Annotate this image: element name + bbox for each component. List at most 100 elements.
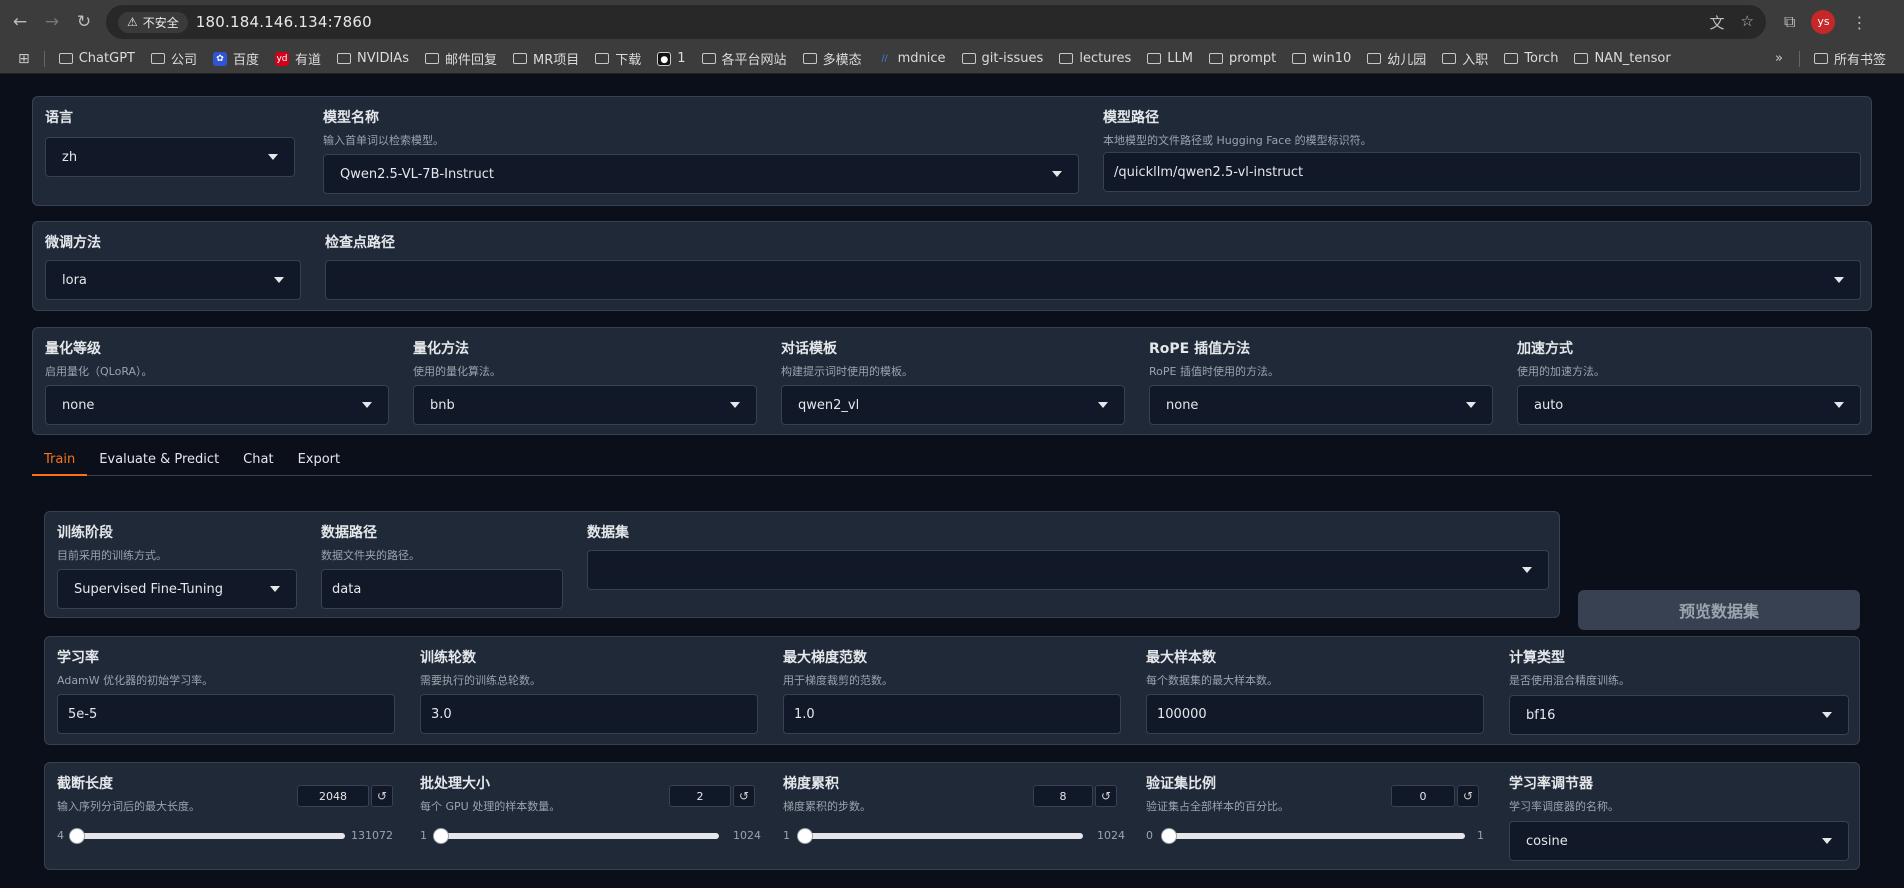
batch-size-info: 每个 GPU 处理的样本数量。: [420, 800, 561, 813]
slider-thumb[interactable]: [433, 828, 449, 844]
bookmark-item[interactable]: win10: [1284, 47, 1359, 71]
bookmark-item[interactable]: ✿ 百度: [205, 47, 267, 71]
bookmark-label: Torch: [1524, 51, 1559, 66]
tab-export[interactable]: Export: [286, 444, 353, 476]
slider-thumb[interactable]: [797, 828, 813, 844]
compute-type-dropdown[interactable]: bf16: [1509, 695, 1849, 735]
folder-icon: [1504, 53, 1519, 64]
quant-bit-dropdown[interactable]: none: [45, 385, 389, 425]
val-size-number[interactable]: 0: [1391, 785, 1455, 807]
bookmark-item[interactable]: prompt: [1201, 47, 1284, 71]
bookmark-item[interactable]: Torch: [1496, 47, 1566, 71]
bookmark-item[interactable]: LLM: [1139, 47, 1201, 71]
rope-dropdown[interactable]: none: [1149, 385, 1493, 425]
tab-train[interactable]: Train: [32, 444, 88, 476]
bookmark-item[interactable]: 幼儿园: [1359, 47, 1434, 71]
epochs-input[interactable]: 3.0: [420, 694, 758, 734]
lang-label: 语言: [45, 110, 73, 126]
back-icon[interactable]: ←: [10, 12, 30, 32]
bookmark-label: 入职: [1462, 53, 1489, 68]
profile-avatar[interactable]: ys: [1811, 10, 1836, 34]
bookmark-item[interactable]: 邮件回复: [417, 47, 505, 71]
apps-icon[interactable]: ⊞: [10, 47, 38, 71]
bookmark-item[interactable]: 公司: [143, 47, 205, 71]
preview-dataset-button[interactable]: 预览数据集: [1578, 590, 1860, 630]
menu-icon[interactable]: ⋮: [1851, 13, 1867, 32]
bookmark-item[interactable]: 下载: [587, 47, 649, 71]
template-dropdown[interactable]: qwen2_vl: [781, 385, 1125, 425]
batch-size-label: 批处理大小: [420, 776, 490, 792]
bookmark-item[interactable]: NVIDIAs: [329, 47, 417, 71]
url-text[interactable]: 180.184.146.134:7860: [196, 13, 372, 31]
learning-rate-info: AdamW 优化器的初始学习率。: [57, 674, 214, 687]
cutoff-len-label: 截断长度: [57, 776, 113, 792]
cutoff-len-slider[interactable]: [69, 828, 345, 844]
max-samples-input[interactable]: 100000: [1146, 694, 1484, 734]
chevron-down-icon: [1522, 567, 1532, 573]
tab-chat[interactable]: Chat: [231, 444, 285, 476]
tab-evaluate-predict[interactable]: Evaluate & Predict: [87, 444, 231, 476]
dataset-panel: 训练阶段 目前采用的训练方式。 Supervised Fine-Tuning 数…: [44, 511, 1560, 618]
reset-icon[interactable]: ↺: [371, 785, 393, 807]
stage-info: 目前采用的训练方式。: [57, 549, 167, 562]
booster-dropdown[interactable]: auto: [1517, 385, 1861, 425]
bookmark-label: 1: [677, 51, 686, 66]
rope-label: RoPE 插值方法: [1149, 341, 1251, 357]
val-size-slider[interactable]: [1161, 828, 1465, 844]
learning-rate-label: 学习率: [57, 650, 99, 666]
bookmark-item[interactable]: yd 有道: [267, 47, 329, 71]
bookmark-label: 下载: [615, 53, 642, 68]
model-panel: 语言 zh 模型名称 输入首单词以检索模型。 Qwen2.5-VL-7B-Ins…: [32, 96, 1872, 206]
grad-accum-slider[interactable]: [797, 828, 1083, 844]
translate-icon[interactable]: 文: [1710, 12, 1725, 33]
security-chip[interactable]: ⚠ 不安全: [118, 11, 188, 33]
chevron-more-icon[interactable]: »: [1765, 51, 1793, 66]
bookmark-item[interactable]: NAN_tensor: [1566, 47, 1678, 71]
reset-icon[interactable]: ↺: [733, 785, 755, 807]
forward-icon[interactable]: →: [42, 12, 62, 32]
batch-size-number[interactable]: 2: [669, 785, 731, 807]
bookmark-item[interactable]: // mdnice: [870, 47, 954, 71]
stage-dropdown[interactable]: Supervised Fine-Tuning: [57, 569, 297, 609]
max-grad-norm-label: 最大梯度范数: [783, 650, 867, 666]
bookmark-item[interactable]: git-issues: [954, 47, 1052, 71]
quant-method-dropdown[interactable]: bnb: [413, 385, 757, 425]
slider-thumb[interactable]: [1161, 828, 1177, 844]
browser-toolbar: ← → ↻ ⚠ 不安全 180.184.146.134:7860 文 ☆ ⧉ y…: [0, 0, 1904, 44]
bookmark-label: 幼儿园: [1387, 53, 1427, 68]
slider-thumb[interactable]: [69, 828, 86, 844]
lang-dropdown[interactable]: zh: [45, 137, 295, 177]
quant-method-header: 量化方法 使用的量化算法。: [413, 338, 501, 379]
max-grad-norm-input[interactable]: 1.0: [783, 694, 1121, 734]
star-icon[interactable]: ☆: [1741, 12, 1754, 33]
learning-rate-input[interactable]: 5e-5: [57, 694, 395, 734]
checkpoint-header: 检查点路径: [325, 232, 395, 252]
dataset-dropdown[interactable]: [587, 550, 1549, 590]
bookmarks-bar: ⊞ ChatGPT 公司 ✿ 百度 yd 有道 NVIDIAs 邮件回复 MR项目 …: [0, 44, 1904, 74]
reload-icon[interactable]: ↻: [74, 12, 94, 32]
bookmark-item[interactable]: 入职: [1434, 47, 1496, 71]
model-path-input[interactable]: /quickllm/qwen2.5-vl-instruct: [1103, 152, 1861, 192]
cutoff-len-number[interactable]: 2048: [297, 785, 369, 807]
bookmark-item[interactable]: ChatGPT: [51, 47, 143, 71]
epochs-info: 需要执行的训练总轮数。: [420, 674, 541, 687]
bookmark-item[interactable]: 多模态: [795, 47, 870, 71]
address-bar[interactable]: ⚠ 不安全 180.184.146.134:7860 文 ☆: [106, 5, 1766, 39]
template-header: 对话模板 构建提示词时使用的模板。: [781, 338, 913, 379]
dataset-dir-input[interactable]: data: [321, 569, 563, 609]
extensions-icon[interactable]: ⧉: [1784, 12, 1795, 32]
bookmark-item[interactable]: lectures: [1051, 47, 1139, 71]
finetune-method-dropdown[interactable]: lora: [45, 260, 301, 300]
reset-icon[interactable]: ↺: [1457, 785, 1479, 807]
max-samples-header: 最大样本数 每个数据集的最大样本数。: [1146, 647, 1278, 688]
grad-accum-number[interactable]: 8: [1033, 785, 1093, 807]
bookmark-item[interactable]: ● 1: [649, 47, 693, 71]
lr-scheduler-dropdown[interactable]: cosine: [1509, 821, 1849, 861]
bookmark-item[interactable]: MR项目: [505, 47, 587, 71]
batch-size-slider[interactable]: [433, 828, 719, 844]
reset-icon[interactable]: ↺: [1095, 785, 1117, 807]
bookmark-item[interactable]: 各平台网站: [694, 47, 795, 71]
model-name-dropdown[interactable]: Qwen2.5-VL-7B-Instruct: [323, 154, 1079, 194]
all-bookmarks[interactable]: 所有书签: [1806, 47, 1894, 71]
checkpoint-dropdown[interactable]: [325, 260, 1861, 300]
